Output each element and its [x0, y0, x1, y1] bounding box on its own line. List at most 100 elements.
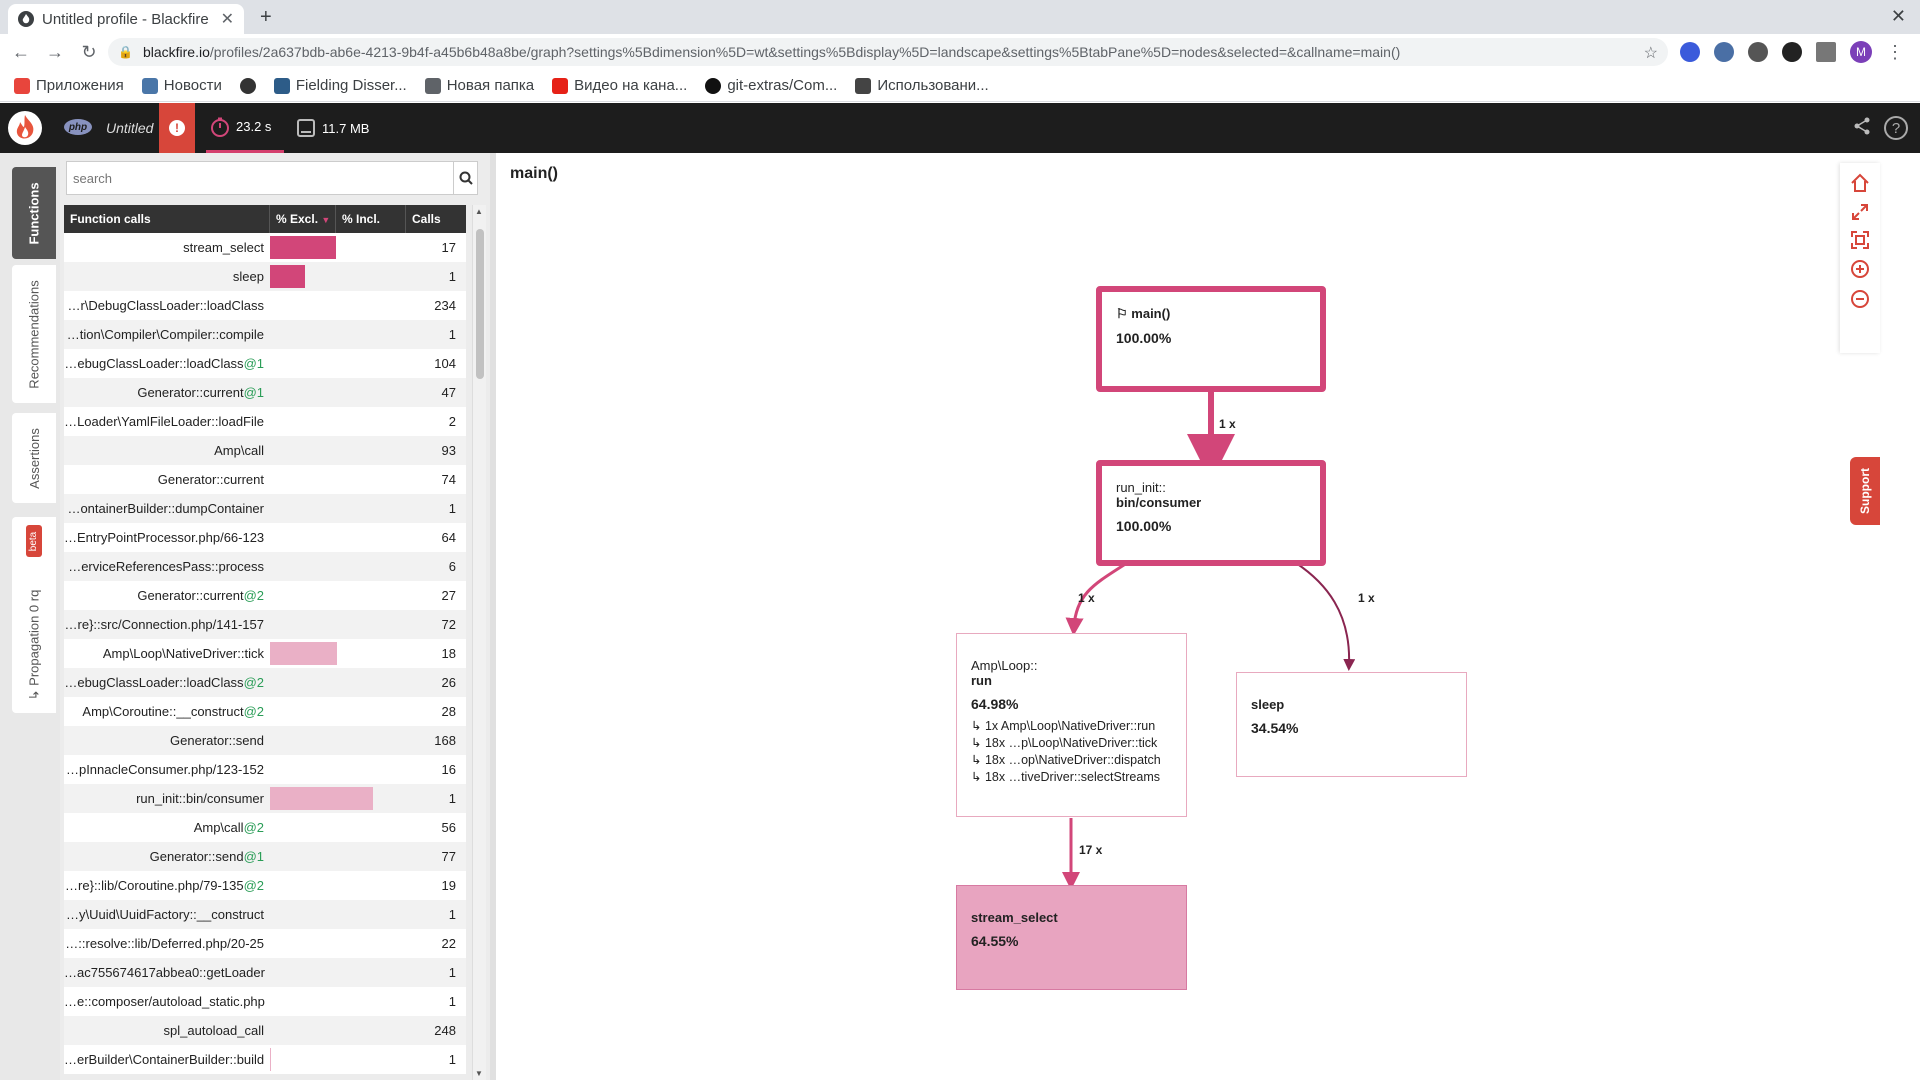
table-row[interactable]: …::resolve::lib/Deferred.php/20-25 22: [64, 929, 466, 958]
bookmark-apps[interactable]: Приложения: [14, 77, 124, 94]
col-excl[interactable]: % Excl. ▼: [270, 205, 336, 233]
table-row[interactable]: stream_select 17: [64, 233, 466, 262]
bookmark-fielding[interactable]: Fielding Disser...: [273, 77, 407, 94]
table-row[interactable]: …re}::lib/Coroutine.php/79-135@2 19: [64, 871, 466, 900]
back-icon[interactable]: ←: [8, 39, 34, 65]
table-row[interactable]: Generator::current@2 27: [64, 581, 466, 610]
tab-assertions[interactable]: Assertions: [12, 413, 56, 503]
call-graph: main() ⚐ main() 100.00% 1 x run_init:: b…: [496, 153, 1880, 1080]
col-calls[interactable]: Calls: [406, 205, 466, 233]
tab-propagation[interactable]: beta ↳ Propagation 0 rq: [12, 517, 56, 713]
bookmark-news[interactable]: Новости: [141, 77, 222, 94]
extension-globe-icon[interactable]: [1680, 42, 1700, 62]
table-row[interactable]: Generator::current 74: [64, 465, 466, 494]
table-row[interactable]: …Loader\YamlFileLoader::loadFile 2: [64, 407, 466, 436]
table-row[interactable]: Amp\Loop\NativeDriver::tick 18: [64, 639, 466, 668]
functions-panel: Function calls % Excl. ▼ % Incl. Calls s…: [60, 153, 490, 1080]
node-main[interactable]: ⚐ main() 100.00%: [1096, 286, 1326, 392]
new-tab-icon[interactable]: +: [260, 6, 272, 29]
call-count: 77: [441, 849, 456, 864]
table-row[interactable]: …r\DebugClassLoader::loadClass 234: [64, 291, 466, 320]
search-box: [66, 161, 478, 195]
search-input[interactable]: [67, 162, 453, 194]
table-row[interactable]: spl_autoload_call 248: [64, 1016, 466, 1045]
table-row[interactable]: Amp\call 93: [64, 436, 466, 465]
bookmark-folder[interactable]: Новая папка: [424, 77, 534, 94]
node-stream-select[interactable]: stream_select 64.55%: [956, 885, 1187, 990]
fit-icon[interactable]: [1851, 231, 1869, 249]
function-name: Amp\Loop\NativeDriver::tick: [64, 646, 270, 661]
table-row[interactable]: …erBuilder\ContainerBuilder::build 1: [64, 1045, 466, 1074]
node-loop-child[interactable]: ↳ 18x …op\NativeDriver::dispatch: [971, 752, 1172, 769]
bookmark-globe[interactable]: [239, 77, 256, 94]
reload-icon[interactable]: ↻: [76, 39, 102, 65]
expand-icon[interactable]: [1851, 203, 1869, 221]
scrollbar-thumb[interactable]: [476, 229, 484, 379]
profile-avatar[interactable]: M: [1850, 41, 1872, 63]
node-loop-child[interactable]: ↳ 1x Amp\Loop\NativeDriver::run: [971, 718, 1172, 735]
window-close-icon[interactable]: ✕: [1891, 6, 1906, 27]
table-row[interactable]: …ontainerBuilder::dumpContainer 1: [64, 494, 466, 523]
function-name: …Loader\YamlFileLoader::loadFile: [64, 414, 270, 429]
scroll-up-icon[interactable]: ▲: [475, 207, 483, 216]
address-bar[interactable]: 🔒 blackfire.io /profiles/2a637bdb-ab6e-4…: [108, 38, 1668, 66]
table-row[interactable]: …ebugClassLoader::loadClass@2 26: [64, 668, 466, 697]
tab-close-icon[interactable]: ✕: [221, 9, 234, 29]
reading-list-icon[interactable]: [1816, 42, 1836, 62]
memory-dimension[interactable]: 11.7 MB: [296, 103, 396, 153]
browser-menu-icon[interactable]: ⋮: [1886, 42, 1904, 63]
bookmark-git-extras[interactable]: git-extras/Com...: [705, 77, 837, 94]
list-scrollbar[interactable]: ▲ ▼: [472, 205, 486, 1080]
node-loop-run[interactable]: Amp\Loop:: run 64.98% ↳ 1x Amp\Loop\Nati…: [956, 633, 1187, 817]
table-row[interactable]: …erviceReferencesPass::process 6: [64, 552, 466, 581]
table-row[interactable]: …pInnacleConsumer.php/123-152 16: [64, 755, 466, 784]
forward-icon[interactable]: →: [42, 39, 68, 65]
help-icon[interactable]: ?: [1884, 116, 1908, 140]
table-row[interactable]: Amp\Coroutine::__construct@2 28: [64, 697, 466, 726]
bookmark-usage[interactable]: Использовани...: [855, 77, 989, 94]
inclusive-bar: [270, 1048, 271, 1071]
search-icon[interactable]: [453, 162, 477, 194]
table-row[interactable]: Amp\call@2 56: [64, 813, 466, 842]
home-icon[interactable]: [1850, 173, 1870, 193]
table-row[interactable]: …ac755674617abbea0::getLoader 1: [64, 958, 466, 987]
table-row[interactable]: …e::composer/autoload_static.php 1: [64, 987, 466, 1016]
table-row[interactable]: …re}::src/Connection.php/141-157 72: [64, 610, 466, 639]
profile-name[interactable]: Untitled: [106, 120, 153, 136]
function-name-text: Generator::current: [137, 385, 244, 400]
extension-flame-icon[interactable]: [1782, 42, 1802, 62]
node-main-name: ⚐ main(): [1116, 306, 1306, 322]
tab-functions[interactable]: Functions: [12, 167, 56, 259]
table-row[interactable]: run_init::bin/consumer 1: [64, 784, 466, 813]
tab-recommendations-label: Recommendations: [26, 279, 42, 389]
table-row[interactable]: sleep 1: [64, 262, 466, 291]
browser-tab[interactable]: Untitled profile - Blackfire ✕: [8, 4, 244, 34]
tab-recommendations[interactable]: Recommendations: [12, 265, 56, 403]
wall-time-dimension[interactable]: 23.2 s: [206, 103, 284, 153]
col-function-calls[interactable]: Function calls: [64, 205, 270, 233]
table-row[interactable]: Generator::send 168: [64, 726, 466, 755]
function-name: …y\Uuid\UuidFactory::__construct: [64, 907, 270, 922]
col-incl[interactable]: % Incl.: [336, 205, 406, 233]
node-sleep[interactable]: sleep 34.54%: [1236, 672, 1467, 777]
node-loop-child[interactable]: ↳ 18x …tiveDriver::selectStreams: [971, 769, 1172, 786]
table-row[interactable]: …EntryPointProcessor.php/66-123 64: [64, 523, 466, 552]
node-run-init[interactable]: run_init:: bin/consumer 100.00%: [1096, 460, 1326, 566]
support-button[interactable]: Support: [1850, 457, 1880, 525]
extension-c-icon[interactable]: [1748, 42, 1768, 62]
blackfire-logo-icon[interactable]: [8, 111, 42, 145]
table-row[interactable]: …ebugClassLoader::loadClass@1 104: [64, 349, 466, 378]
share-icon[interactable]: [1852, 116, 1872, 136]
bookmark-video[interactable]: Видео на кана...: [552, 77, 687, 94]
node-loop-child[interactable]: ↳ 18x …p\Loop\NativeDriver::tick: [971, 735, 1172, 752]
bookmark-star-icon[interactable]: ☆: [1644, 43, 1658, 63]
zoom-out-icon[interactable]: [1850, 289, 1870, 309]
table-row[interactable]: Generator::current@1 47: [64, 378, 466, 407]
zoom-in-icon[interactable]: [1850, 259, 1870, 279]
extension-s-icon[interactable]: [1714, 42, 1734, 62]
alert-button[interactable]: !: [159, 103, 195, 153]
scroll-down-icon[interactable]: ▼: [475, 1069, 483, 1078]
table-row[interactable]: …tion\Compiler\Compiler::compile 1: [64, 320, 466, 349]
table-row[interactable]: …y\Uuid\UuidFactory::__construct 1: [64, 900, 466, 929]
table-row[interactable]: Generator::send@1 77: [64, 842, 466, 871]
